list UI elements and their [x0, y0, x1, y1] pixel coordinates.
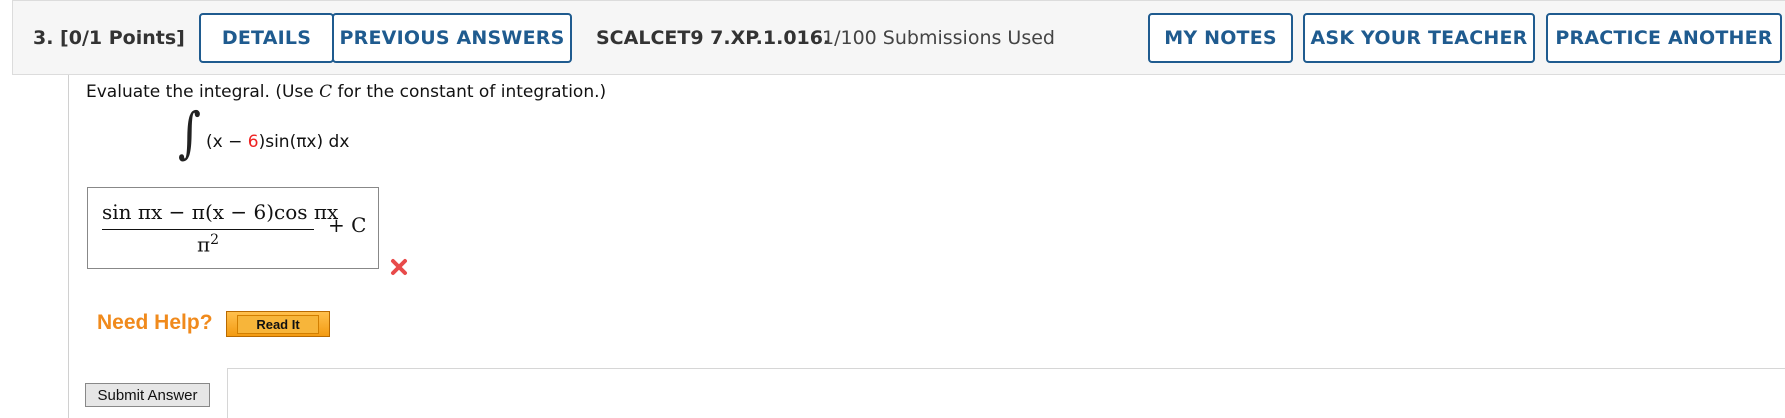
randomized-number: 6 — [247, 132, 259, 152]
need-help-label: Need Help? — [97, 311, 213, 334]
plus-constant: + C — [328, 213, 367, 237]
integral-sign: ∫ — [178, 101, 201, 166]
incorrect-x-icon — [388, 256, 410, 278]
previous-answers-button[interactable]: PREVIOUS ANSWERS — [332, 13, 572, 63]
question-left-rule — [68, 75, 69, 418]
integrand: (x − 6)sin(πx) dx — [206, 132, 350, 152]
answer-denominator: π2 — [196, 232, 220, 257]
constant-variable: C — [319, 82, 333, 102]
submit-answer-button[interactable]: Submit Answer — [85, 383, 210, 407]
submissions-used: 1/100 Submissions Used — [822, 27, 1055, 49]
feedback-area — [227, 368, 1785, 418]
fraction-bar — [102, 229, 314, 230]
answer-numerator: sin πx − π(x − 6)cos πx — [102, 200, 339, 224]
question-points-label: 3. [0/1 Points] — [33, 27, 185, 49]
read-it-button[interactable]: Read It — [226, 311, 330, 337]
ask-your-teacher-button[interactable]: ASK YOUR TEACHER — [1303, 13, 1535, 63]
details-button[interactable]: DETAILS — [199, 13, 334, 63]
read-it-label: Read It — [237, 314, 319, 334]
my-notes-button[interactable]: MY NOTES — [1148, 13, 1293, 63]
practice-another-button[interactable]: PRACTICE ANOTHER — [1546, 13, 1782, 63]
answer-fraction: sin πx − π(x − 6)cos πx π2 — [102, 200, 339, 257]
problem-code: SCALCET9 7.XP.1.016. — [596, 27, 831, 49]
question-header: 3. [0/1 Points] DETAILS PREVIOUS ANSWERS… — [12, 0, 1785, 75]
answer-input-box[interactable]: sin πx − π(x − 6)cos πx π2 + C — [87, 187, 379, 269]
question-prompt: Evaluate the integral. (Use C for the co… — [86, 82, 607, 102]
